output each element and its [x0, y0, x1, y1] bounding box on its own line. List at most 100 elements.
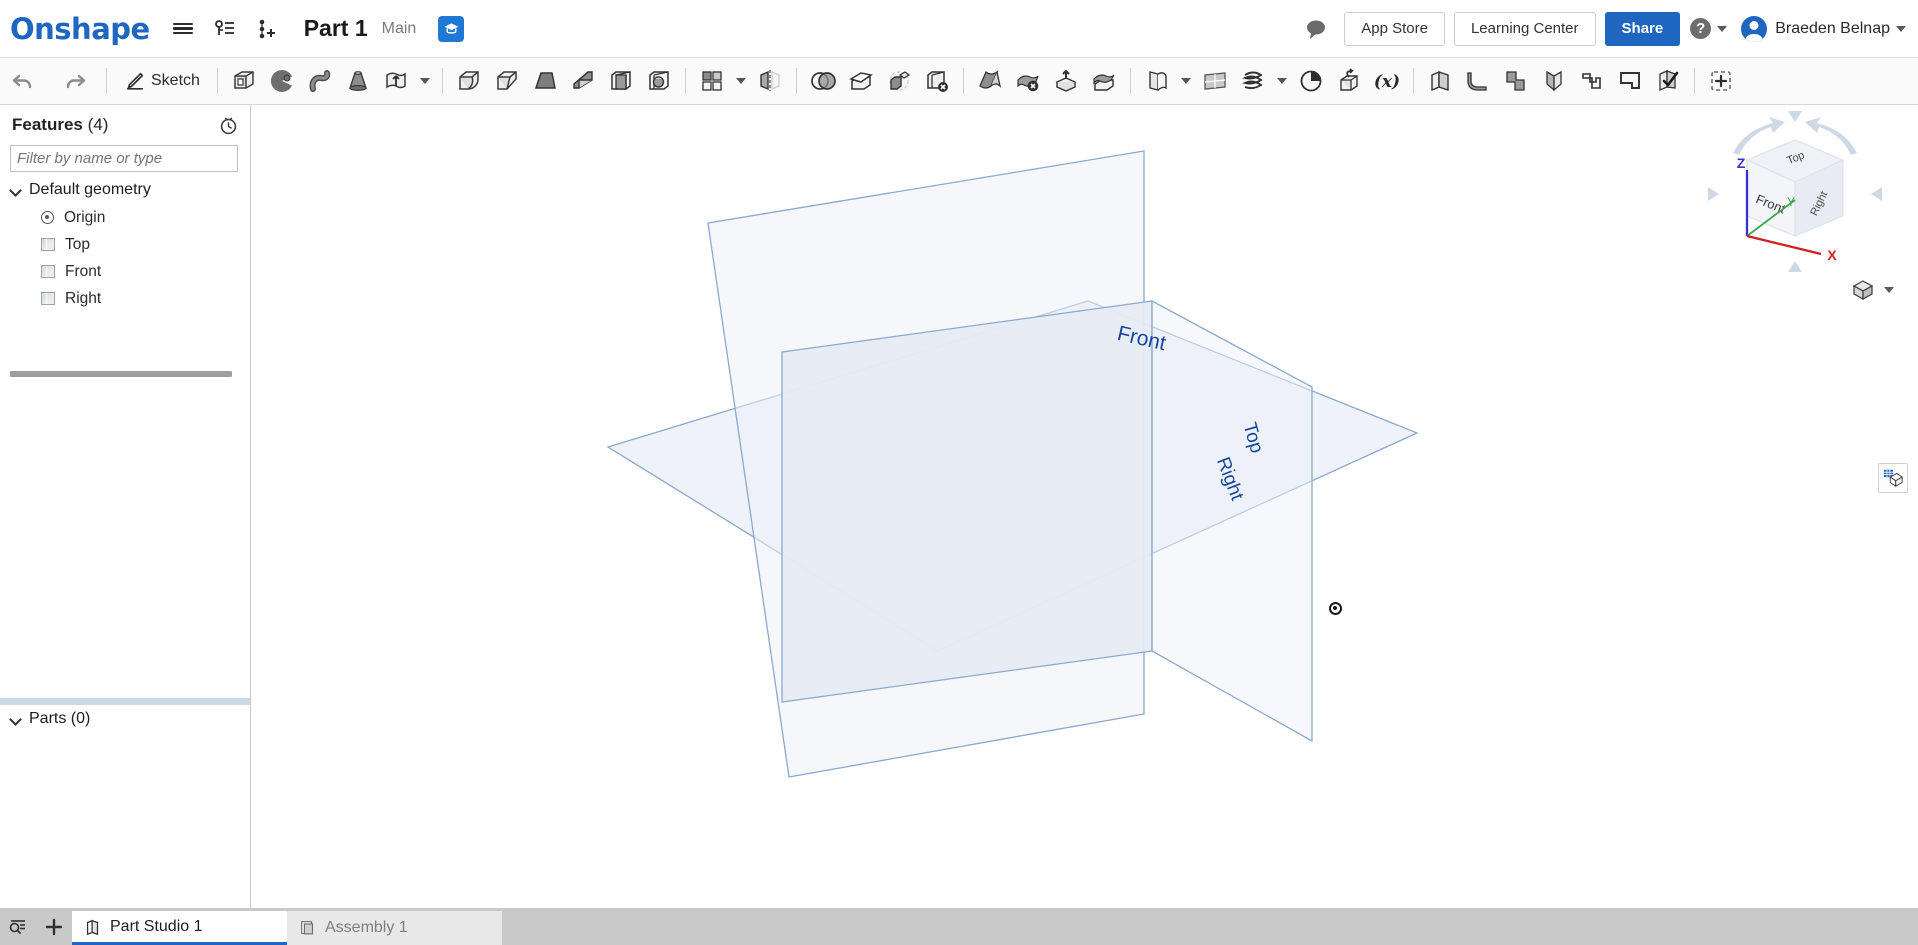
3d-viewport[interactable]: Front Top Right [252, 105, 1918, 908]
planes-group[interactable] [252, 105, 1918, 908]
derived-part-icon[interactable] [1330, 62, 1368, 100]
draft-icon[interactable] [526, 62, 564, 100]
comment-bubble-icon[interactable] [1304, 18, 1328, 40]
toolbar-divider [106, 68, 107, 94]
thicken-icon[interactable] [377, 62, 415, 100]
tab-part-studio-1[interactable]: Part Studio 1 [72, 911, 287, 945]
split-icon[interactable] [842, 62, 880, 100]
version-graph-icon[interactable] [208, 12, 242, 46]
help-icon: ? [1690, 18, 1712, 39]
fillet-icon[interactable] [450, 62, 488, 100]
sm-hem-icon[interactable] [1573, 62, 1611, 100]
tree-item-front[interactable]: Front [0, 258, 250, 285]
variable-x-icon[interactable]: (x) [1368, 62, 1406, 100]
appearance-panel-button[interactable] [1878, 463, 1908, 493]
onshape-logo[interactable]: Onshape [10, 12, 150, 46]
boolean-union-icon[interactable] [804, 62, 842, 100]
header-right-group: App Store Learning Center Share ? Braede… [1304, 11, 1918, 46]
sketch-button[interactable]: Sketch [114, 62, 210, 100]
rollback-bar[interactable] [10, 371, 232, 377]
document-title[interactable]: Part 1 [304, 15, 368, 42]
origin-point-icon [41, 211, 54, 224]
filter-input[interactable] [17, 150, 231, 167]
view-menu[interactable] [1850, 278, 1894, 302]
pattern-grid-icon[interactable] [693, 62, 731, 100]
mirror-icon[interactable] [751, 62, 789, 100]
learning-center-button[interactable]: Learning Center [1453, 11, 1596, 46]
toolbar-divider [1129, 68, 1131, 94]
hamburger-menu-icon[interactable] [166, 12, 200, 46]
features-count: (4) [87, 115, 109, 134]
help-menu[interactable]: ? [1690, 18, 1728, 39]
sweep-icon[interactable] [301, 62, 339, 100]
chevron-down-icon[interactable] [735, 78, 746, 84]
app-store-button[interactable]: App Store [1344, 11, 1445, 46]
axis-label-x: X [1827, 247, 1837, 263]
move-face-icon[interactable] [1047, 62, 1085, 100]
tree-item-right[interactable]: Right [0, 285, 250, 312]
chevron-down-icon [10, 184, 23, 197]
sketch-pencil-icon [124, 70, 146, 92]
undo-arrow-icon[interactable] [4, 62, 42, 100]
mate-connector-icon[interactable] [1292, 62, 1330, 100]
transform-icon[interactable] [880, 62, 918, 100]
default-geometry-group[interactable]: Default geometry [0, 172, 250, 204]
shell-icon[interactable] [602, 62, 640, 100]
add-version-icon[interactable] [250, 12, 284, 46]
tree-item-origin[interactable]: Origin [0, 204, 250, 231]
tree-item-label: Right [65, 289, 102, 307]
construction-plane-icon[interactable] [1138, 62, 1176, 100]
hole-icon[interactable] [640, 62, 678, 100]
toolbar-divider [962, 68, 964, 94]
replace-face-icon[interactable] [1085, 62, 1123, 100]
tab-assembly-1[interactable]: Assembly 1 [287, 911, 502, 945]
tree-item-label: Origin [64, 208, 106, 226]
user-menu[interactable]: Braeden Belnap [1741, 15, 1906, 42]
tab-filter-icon[interactable] [0, 908, 36, 945]
chamfer-icon[interactable] [488, 62, 526, 100]
parts-group[interactable]: Parts (0) [0, 710, 90, 728]
share-button[interactable]: Share [1604, 11, 1681, 46]
sm-tab-icon[interactable] [1497, 62, 1535, 100]
chevron-down-icon [1896, 25, 1906, 32]
history-clock-icon[interactable] [219, 116, 238, 135]
revolve-icon[interactable] [263, 62, 301, 100]
redo-arrow-icon[interactable] [56, 62, 94, 100]
assembly-icon [299, 919, 317, 937]
tree-item-top[interactable]: Top [0, 231, 250, 258]
toolbar-divider [1693, 68, 1695, 94]
delete-part-icon[interactable] [918, 62, 956, 100]
add-custom-feature-icon[interactable] [1702, 62, 1740, 100]
filter-input-wrapper[interactable] [10, 145, 238, 172]
parts-label: Parts (0) [29, 710, 90, 728]
sm-corner-icon[interactable] [1611, 62, 1649, 100]
chevron-down-icon [1884, 287, 1894, 293]
rib-icon[interactable] [564, 62, 602, 100]
toolbar-divider [216, 68, 218, 94]
helix-icon[interactable] [1234, 62, 1272, 100]
view-cube[interactable]: Top Front Right Z Y X [1705, 108, 1885, 278]
extrude-icon[interactable] [225, 62, 263, 100]
loft-icon[interactable] [339, 62, 377, 100]
chevron-down-icon[interactable] [419, 78, 430, 84]
origin-point-marker[interactable] [1329, 602, 1342, 615]
sm-joint-icon[interactable] [1535, 62, 1573, 100]
chevron-down-icon [10, 713, 23, 726]
chevron-down-icon [1717, 25, 1728, 32]
sm-finish-icon[interactable] [1649, 62, 1687, 100]
parts-count: (0) [70, 710, 91, 727]
delete-face-icon[interactable] [1009, 62, 1047, 100]
add-tab-icon[interactable] [36, 908, 72, 945]
panel-splitter[interactable] [0, 698, 250, 705]
sheet-metal-model-icon[interactable] [1421, 62, 1459, 100]
sheet-metal-flange-icon[interactable] [971, 62, 1009, 100]
axis-label-z: Z [1737, 155, 1746, 171]
plane-icon [41, 292, 55, 305]
axis-label-y: Y [1787, 195, 1795, 209]
chevron-down-icon[interactable] [1180, 78, 1191, 84]
sm-bend-icon[interactable] [1459, 62, 1497, 100]
chevron-down-icon[interactable] [1276, 78, 1287, 84]
graduation-cap-icon[interactable] [438, 15, 465, 42]
branch-label[interactable]: Main [382, 20, 417, 38]
plane-grid-icon[interactable] [1196, 62, 1234, 100]
